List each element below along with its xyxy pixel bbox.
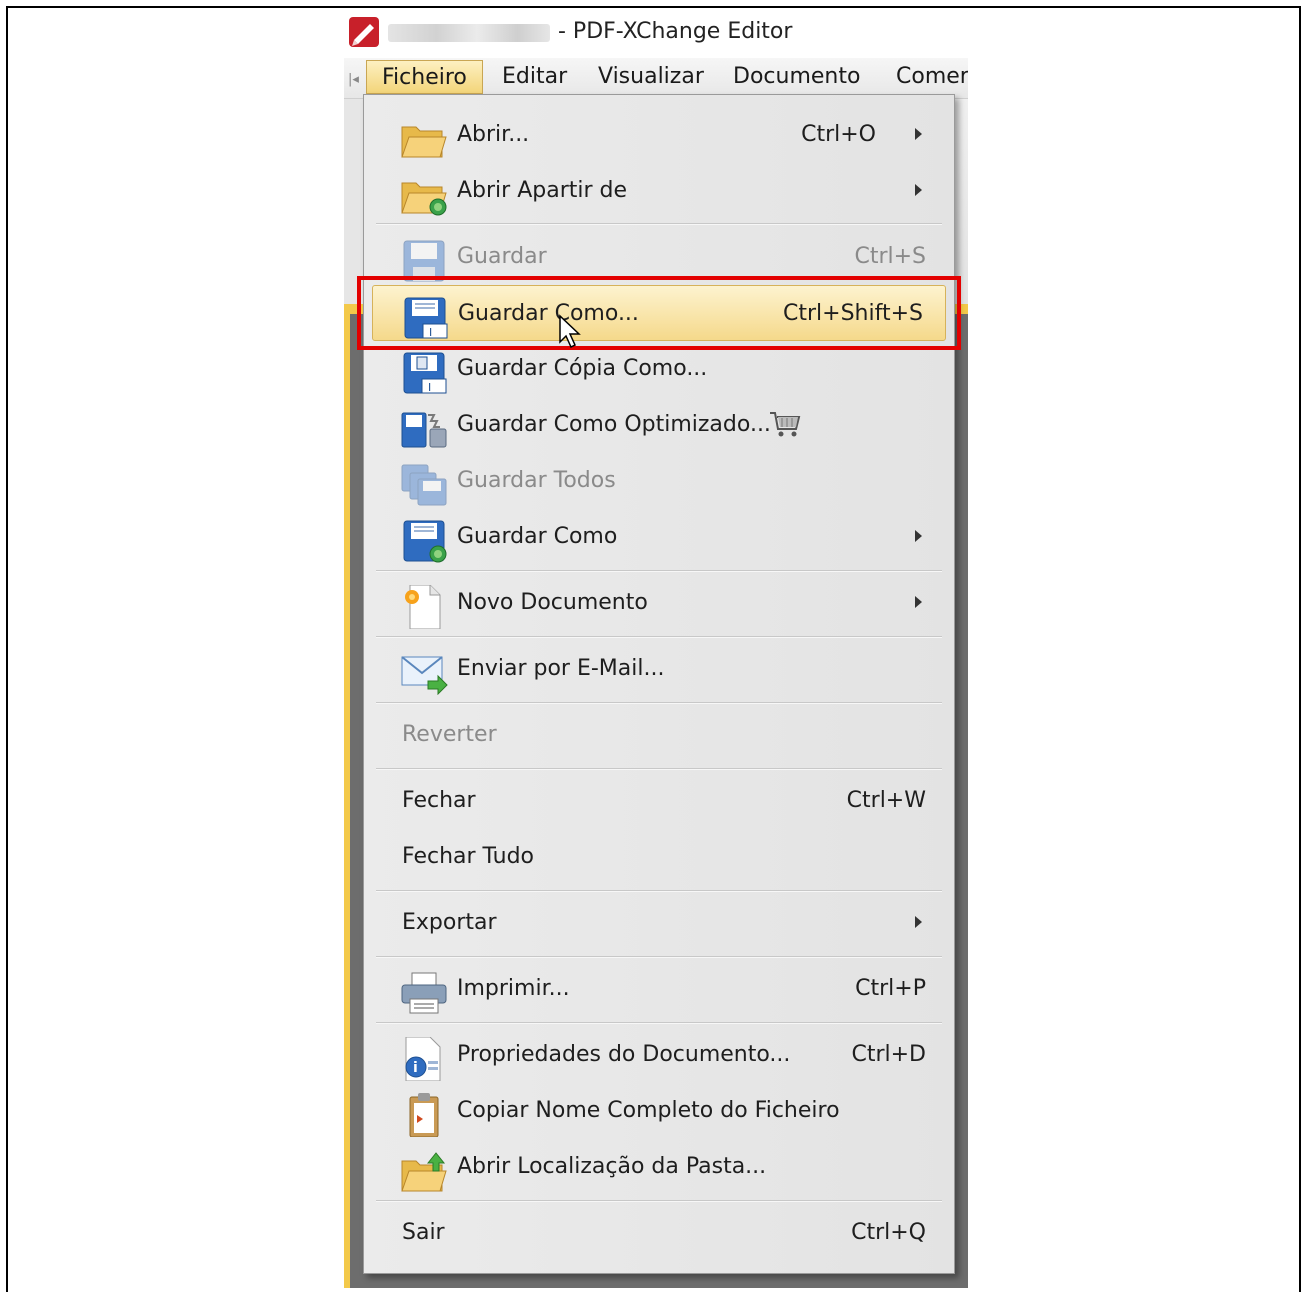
document-left-edge	[344, 314, 350, 1288]
menu-item-fechar[interactable]: Fechar Ctrl+W	[364, 773, 956, 829]
menu-item-label: Sair	[402, 1220, 445, 1245]
submenu-arrow-icon	[915, 530, 922, 542]
shopping-cart-icon	[770, 412, 801, 437]
menu-item-shortcut: Ctrl+O	[801, 122, 876, 147]
menu-item-abrir-localizacao-pasta[interactable]: Abrir Localização da Pasta...	[364, 1139, 956, 1195]
menu-separator	[376, 1022, 942, 1024]
menu-item-label: Reverter	[402, 722, 497, 747]
menu-item-label: Exportar	[402, 910, 497, 935]
menu-item-guardar-como-submenu[interactable]: Guardar Como	[364, 509, 956, 565]
submenu-arrow-icon	[915, 184, 922, 196]
menu-separator	[376, 768, 942, 770]
menu-item-label: Abrir Localização da Pasta...	[457, 1154, 767, 1179]
menu-separator	[376, 956, 942, 958]
floppy-globe-icon	[403, 520, 447, 563]
menu-item-label: Guardar Como	[457, 524, 618, 549]
menu-item-label: Fechar	[402, 788, 476, 813]
menu-separator	[376, 702, 942, 704]
menu-item-label: Enviar por E-Mail...	[457, 656, 665, 681]
menu-item-imprimir[interactable]: Imprimir... Ctrl+P	[364, 961, 956, 1017]
new-document-icon	[405, 585, 441, 629]
menu-bar: |◂ Ficheiro Editar Visualizar Documento …	[344, 58, 968, 99]
menu-item-shortcut: Ctrl+P	[855, 976, 926, 1001]
printer-icon	[401, 972, 447, 1014]
menu-item-label: Fechar Tudo	[402, 844, 535, 869]
menubar-grip-icon: |◂	[348, 72, 359, 87]
menu-item-propriedades-documento[interactable]: i Propriedades do Documento... Ctrl+D	[364, 1027, 956, 1083]
blurred-document-name	[388, 24, 550, 42]
title-bar: - PDF-XChange Editor	[344, 10, 968, 58]
document-properties-icon: i	[405, 1037, 441, 1081]
folder-open-icon	[401, 126, 447, 158]
menu-item-exportar[interactable]: Exportar	[364, 895, 956, 951]
menu-documento[interactable]: Documento	[733, 60, 860, 94]
menu-item-label: Abrir...	[457, 122, 530, 147]
menu-item-shortcut: Ctrl+Q	[851, 1220, 926, 1245]
menu-visualizar[interactable]: Visualizar	[598, 60, 704, 94]
highlight-annotation-box	[357, 276, 961, 350]
folder-globe-icon	[401, 182, 447, 216]
menu-item-reverter[interactable]: Reverter	[364, 707, 956, 763]
email-send-icon	[401, 656, 448, 695]
menu-item-novo-documento[interactable]: Novo Documento	[364, 575, 956, 631]
folder-arrow-icon	[401, 1152, 447, 1192]
menu-item-label: Abrir Apartir de	[457, 178, 628, 203]
menu-item-shortcut: Ctrl+D	[851, 1042, 926, 1067]
menu-item-abrir-apartir-de[interactable]: Abrir Apartir de	[364, 163, 956, 219]
menu-separator	[376, 636, 942, 638]
floppy-optimize-icon	[401, 412, 447, 448]
submenu-arrow-icon	[915, 128, 922, 140]
menu-item-shortcut: Ctrl+W	[846, 788, 926, 813]
menu-item-label: Novo Documento	[457, 590, 648, 615]
menu-item-label: Guardar Como Optimizado...	[457, 412, 771, 437]
menu-comentar[interactable]: Comer	[896, 60, 968, 94]
menu-separator	[376, 890, 942, 892]
submenu-arrow-icon	[915, 596, 922, 608]
pdf-xchange-logo-icon	[349, 17, 379, 47]
menu-separator	[376, 223, 942, 225]
menu-item-enviar-por-email[interactable]: Enviar por E-Mail...	[364, 641, 956, 697]
menu-item-sair[interactable]: Sair Ctrl+Q	[364, 1205, 956, 1261]
menu-item-label: Guardar Todos	[457, 468, 616, 493]
menu-item-fechar-tudo[interactable]: Fechar Tudo	[364, 829, 956, 885]
mouse-cursor-icon	[559, 314, 581, 349]
submenu-arrow-icon	[915, 916, 922, 928]
menu-item-label: Imprimir...	[457, 976, 570, 1001]
menu-item-abrir[interactable]: Abrir... Ctrl+O	[364, 107, 956, 163]
menu-item-guardar-todos[interactable]: Guardar Todos	[364, 453, 956, 509]
menu-item-label: Copiar Nome Completo do Ficheiro	[457, 1098, 840, 1123]
clipboard-icon	[409, 1093, 439, 1137]
menu-editar[interactable]: Editar	[502, 60, 567, 94]
window-title: - PDF-XChange Editor	[558, 19, 793, 44]
svg-text:i: i	[413, 1060, 418, 1076]
svg-text:I: I	[428, 381, 431, 394]
menu-item-label: Propriedades do Documento...	[457, 1042, 791, 1067]
floppy-save-all-icon	[401, 464, 447, 506]
menu-item-copiar-nome-completo[interactable]: Copiar Nome Completo do Ficheiro	[364, 1083, 956, 1139]
menu-separator	[376, 1200, 942, 1202]
menu-item-guardar-como-optimizado[interactable]: Guardar Como Optimizado...	[364, 397, 956, 453]
file-menu-dropdown: Abrir... Ctrl+O Abrir Apartir de Guardar…	[363, 94, 955, 1274]
menu-separator	[376, 570, 942, 572]
menu-ficheiro[interactable]: Ficheiro	[366, 60, 483, 94]
floppy-copy-icon: I	[403, 352, 447, 394]
